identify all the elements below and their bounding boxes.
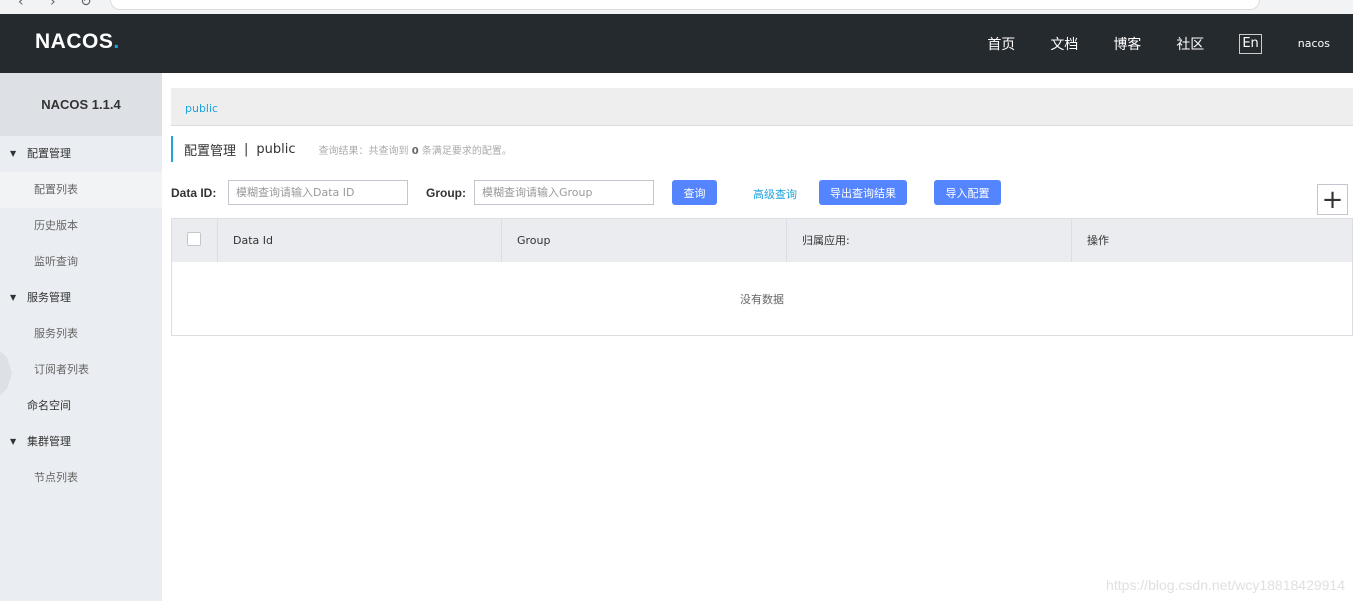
sidebar-group-cluster[interactable]: ▼ 集群管理: [0, 424, 162, 460]
result-prefix: 查询结果：共查询到: [318, 145, 409, 157]
reload-icon[interactable]: ↻: [80, 0, 92, 10]
table-header: Data Id Group 归属应用: 操作: [172, 219, 1352, 262]
language-toggle[interactable]: En: [1239, 33, 1262, 54]
sidebar-item-history[interactable]: 历史版本: [0, 208, 162, 244]
page-title: 配置管理 | public 查询结果：共查询到 0 条满足要求的配置。: [171, 136, 512, 162]
user-name[interactable]: nacos: [1298, 37, 1330, 50]
column-header-group: Group: [502, 219, 787, 262]
column-header-actions: 操作: [1087, 234, 1109, 247]
namespace-tab-public[interactable]: public: [185, 102, 218, 115]
sidebar-item-nodes[interactable]: 节点列表: [0, 460, 162, 496]
address-bar[interactable]: [110, 0, 1260, 10]
sidebar-group-label: 服务管理: [27, 291, 71, 304]
sidebar-group-service[interactable]: ▼ 服务管理: [0, 280, 162, 316]
sidebar-group-label: 配置管理: [27, 147, 71, 160]
query-button[interactable]: 查询: [672, 180, 717, 205]
caret-down-icon: ▼: [10, 437, 17, 446]
sidebar: NACOS 1.1.4 ▼ 配置管理 配置列表 历史版本 监听查询 ▼ 服务管理 服…: [0, 73, 162, 601]
result-count: 0: [411, 145, 419, 157]
sidebar-item-listener[interactable]: 监听查询: [0, 244, 162, 280]
select-all-cell: [172, 219, 218, 262]
config-table: Data Id Group 归属应用: 操作 没有数据: [171, 218, 1353, 336]
caret-down-icon: ▼: [10, 293, 17, 302]
title-separator: |: [244, 141, 249, 157]
group-input[interactable]: [474, 180, 654, 205]
top-header: NACOS. 首页 文档 博客 社区 En nacos: [0, 14, 1353, 73]
namespace-bar: public: [171, 88, 1353, 126]
sidebar-item-config-list[interactable]: 配置列表: [0, 172, 162, 208]
logo-text: NACOS: [35, 30, 114, 53]
sidebar-group-label: 集群管理: [27, 435, 71, 448]
column-header-dataid: Data Id: [218, 219, 502, 262]
nav-blog[interactable]: 博客: [1113, 34, 1141, 54]
search-bar: Data ID: Group: 查询 高级查询 导出查询结果 导入配置: [171, 180, 1353, 206]
sidebar-item-namespace[interactable]: 命名空间: [0, 388, 162, 424]
select-all-checkbox[interactable]: [187, 232, 201, 246]
watermark: https://blog.csdn.net/wcy18818429914: [1106, 577, 1345, 593]
query-result-summary: 查询结果：共查询到 0 条满足要求的配置。: [319, 142, 512, 157]
sidebar-item-subscribers[interactable]: 订阅者列表: [0, 352, 162, 388]
dataid-input[interactable]: [228, 180, 408, 205]
logo-dot: .: [113, 30, 120, 53]
export-button[interactable]: 导出查询结果: [819, 180, 907, 205]
import-button[interactable]: 导入配置: [934, 180, 1001, 205]
current-namespace: public: [256, 141, 296, 157]
version-label: NACOS 1.1.4: [0, 73, 162, 136]
back-icon[interactable]: ‹: [18, 0, 24, 10]
column-header-app: 归属应用:: [787, 219, 1072, 262]
advanced-query-link[interactable]: 高级查询: [753, 186, 797, 202]
browser-toolbar: ‹ › ↻: [0, 0, 1353, 14]
page-title-text: 配置管理: [184, 143, 237, 159]
sidebar-group-config[interactable]: ▼ 配置管理: [0, 136, 162, 172]
nav-home[interactable]: 首页: [987, 34, 1015, 54]
nav-docs[interactable]: 文档: [1050, 34, 1078, 54]
nav-community[interactable]: 社区: [1176, 34, 1204, 54]
add-config-button[interactable]: +: [1317, 184, 1348, 215]
group-label: Group:: [426, 186, 466, 200]
empty-state: 没有数据: [740, 293, 784, 306]
result-suffix: 条满足要求的配置。: [421, 145, 512, 157]
top-nav: 首页 文档 博客 社区 En nacos: [987, 14, 1353, 73]
dataid-label: Data ID:: [171, 186, 217, 200]
caret-down-icon: ▼: [10, 149, 17, 158]
forward-icon[interactable]: ›: [50, 0, 56, 10]
sidebar-item-service-list[interactable]: 服务列表: [0, 316, 162, 352]
nacos-logo[interactable]: NACOS.: [35, 30, 120, 54]
